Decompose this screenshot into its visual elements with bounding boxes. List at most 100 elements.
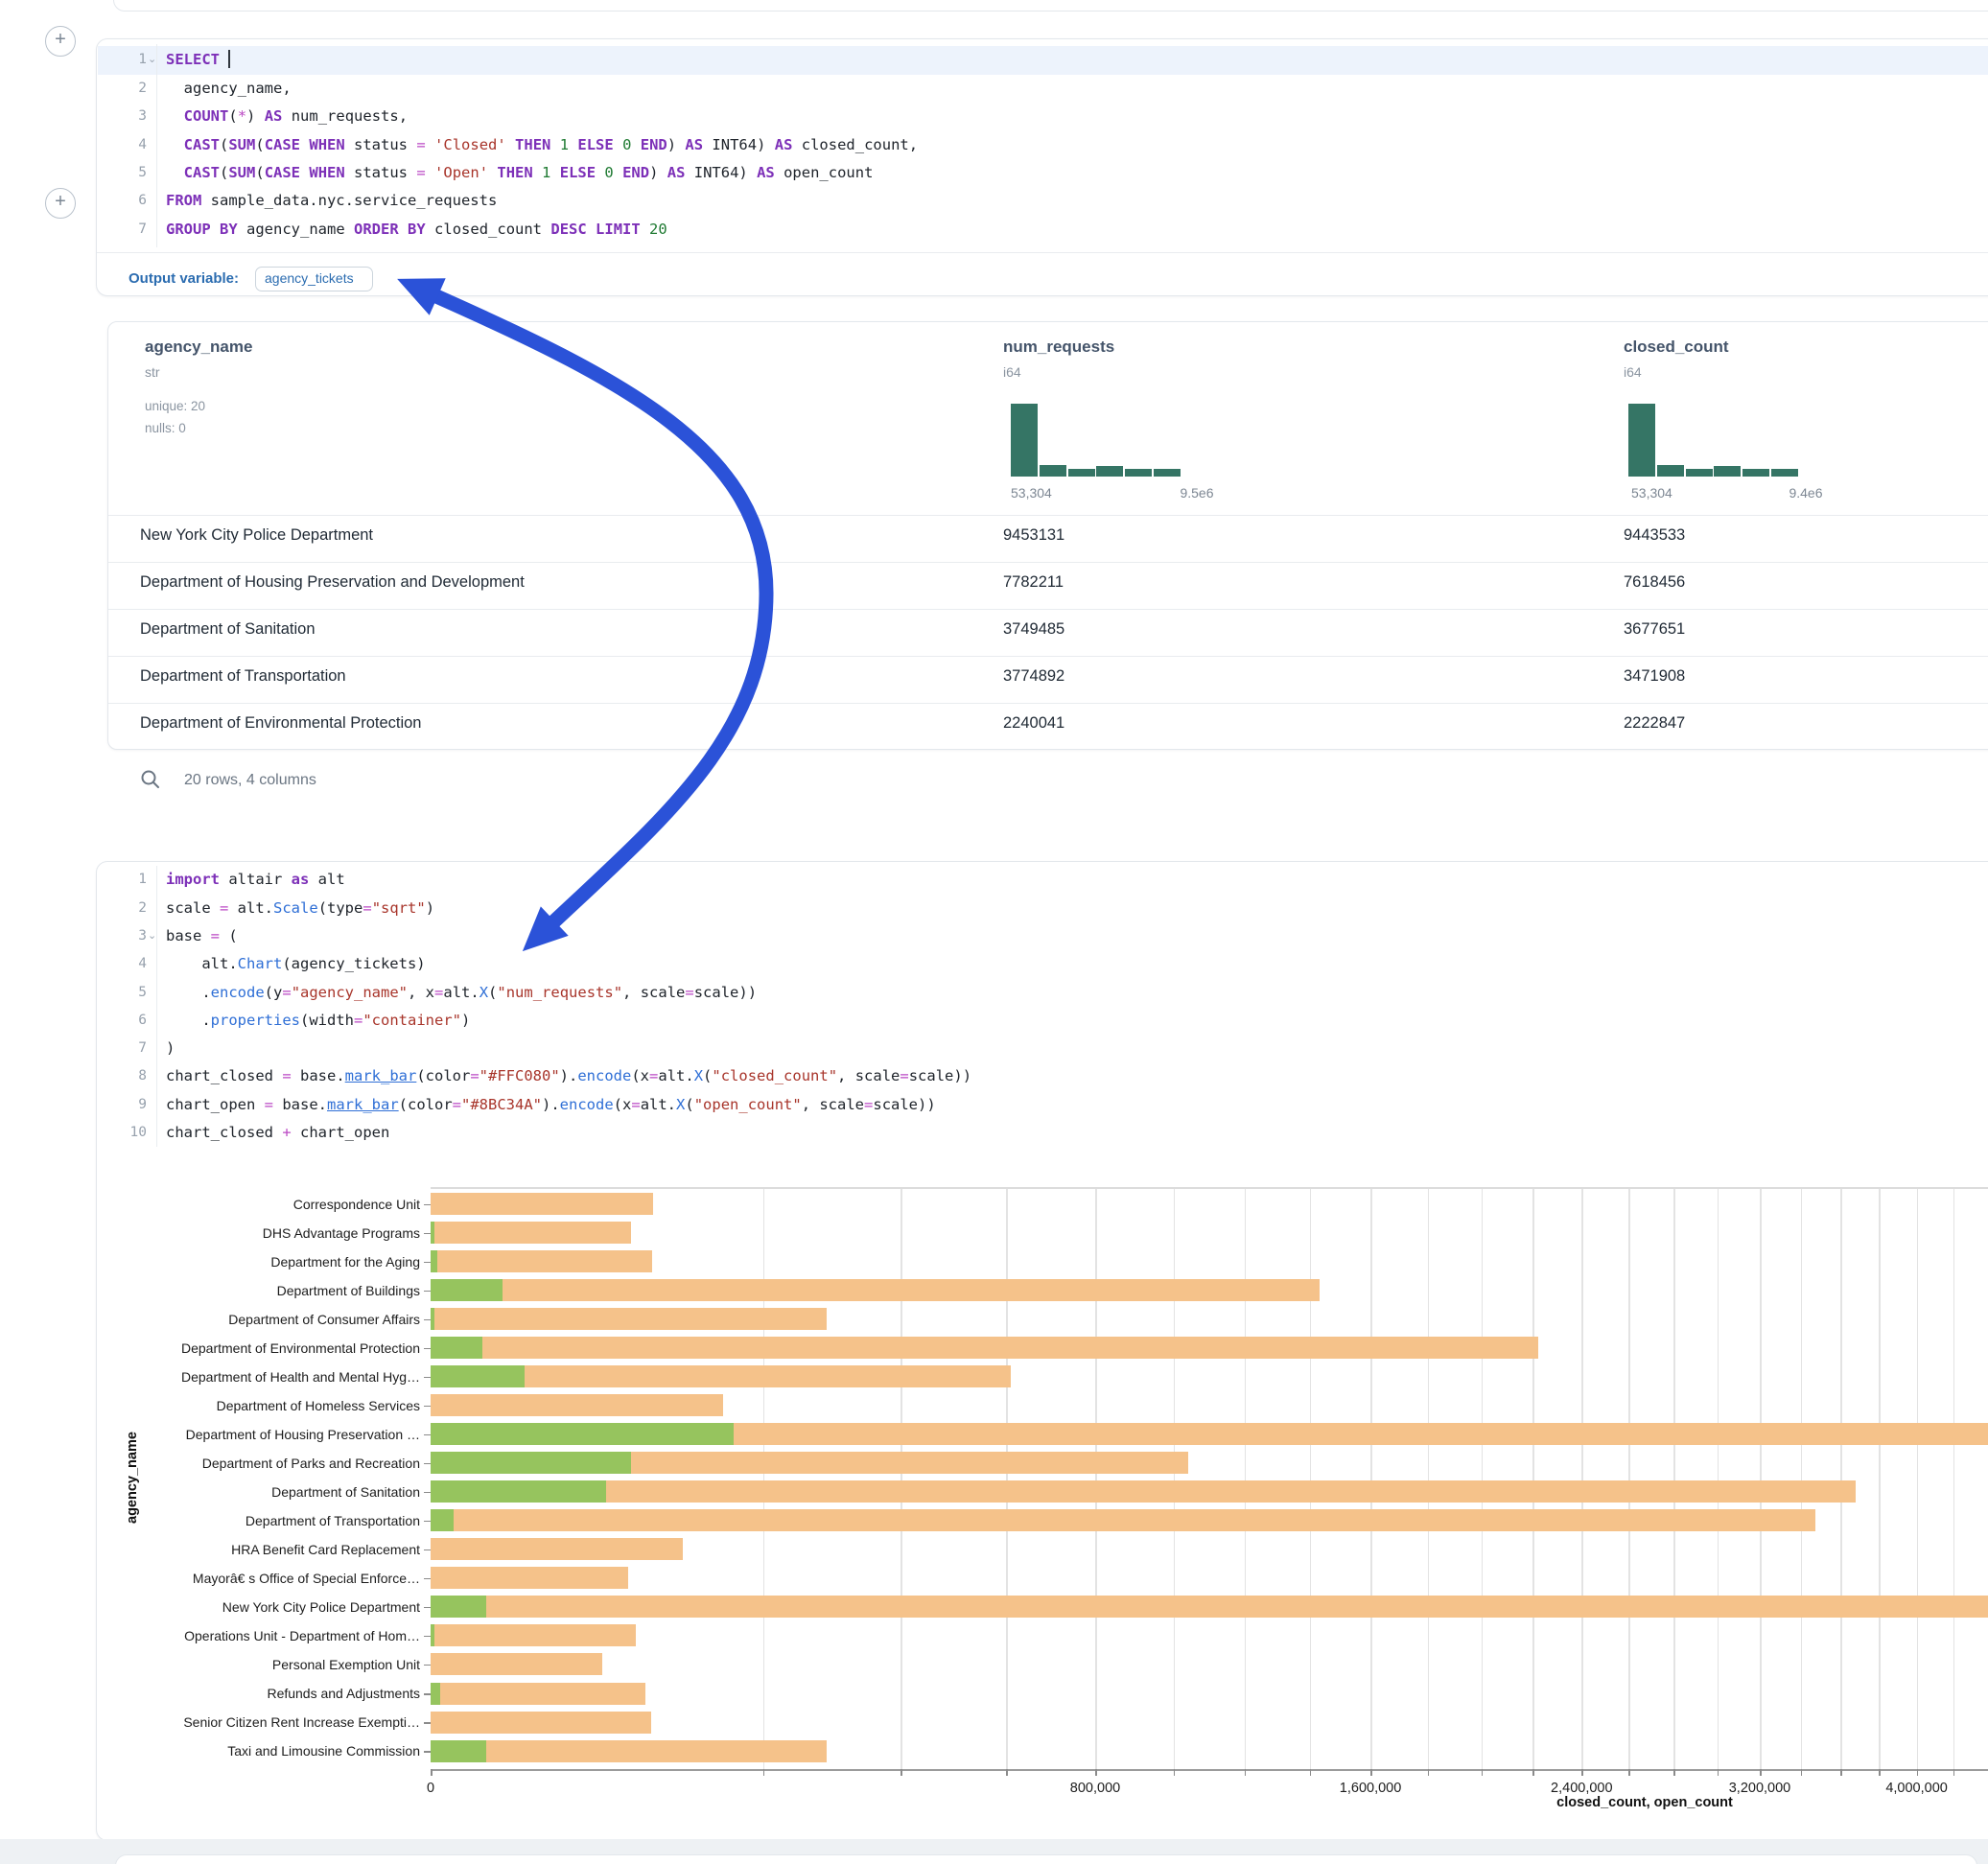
search-icon[interactable]: [140, 769, 161, 790]
add-cell-button[interactable]: +: [45, 26, 76, 57]
bar-closed-count[interactable]: [431, 1480, 1856, 1503]
column-type: i64: [1624, 364, 1642, 380]
column-unique-count: unique: 20: [145, 399, 205, 413]
bar-open-count[interactable]: [431, 1624, 434, 1646]
bar-closed-count[interactable]: [431, 1538, 683, 1560]
bar-closed-count[interactable]: [431, 1222, 631, 1244]
y-axis-label: DHS Advantage Programs: [123, 1224, 420, 1242]
bar-open-count[interactable]: [431, 1452, 631, 1474]
gridline: [1245, 1187, 1247, 1769]
code-line[interactable]: ): [166, 1035, 175, 1062]
code-line[interactable]: SELECT: [166, 46, 230, 74]
bar-closed-count[interactable]: [431, 1193, 653, 1215]
bar-closed-count[interactable]: [431, 1567, 628, 1589]
add-cell-button[interactable]: +: [45, 188, 76, 219]
bar-open-count[interactable]: [431, 1337, 482, 1359]
bar-open-count[interactable]: [431, 1423, 734, 1445]
bar-open-count[interactable]: [431, 1683, 440, 1705]
y-axis-tick: [424, 1722, 431, 1724]
code-line[interactable]: alt.Chart(agency_tickets): [166, 950, 426, 978]
bar-open-count[interactable]: [431, 1596, 486, 1618]
fold-chevron-icon[interactable]: ⌄: [148, 922, 156, 950]
gridline: [1370, 1187, 1372, 1769]
y-axis-label: New York City Police Department: [123, 1598, 420, 1616]
line-number: 2: [97, 75, 147, 103]
table-cell-closed-count: 3677651: [1624, 620, 1685, 639]
bar-closed-count[interactable]: [431, 1740, 827, 1762]
code-line[interactable]: .properties(width="container"): [166, 1007, 470, 1035]
bar-open-count[interactable]: [431, 1480, 606, 1503]
code-line[interactable]: chart_closed = base.mark_bar(color="#FFC…: [166, 1062, 971, 1090]
code-line[interactable]: base = (: [166, 922, 238, 950]
y-axis-label: Department of Transportation: [123, 1512, 420, 1529]
gridline: [763, 1187, 765, 1769]
table-cell-agency-name: New York City Police Department: [140, 526, 373, 545]
code-line[interactable]: CAST(SUM(CASE WHEN status = 'Closed' THE…: [166, 131, 918, 159]
code-line[interactable]: scale = alt.Scale(type="sqrt"): [166, 895, 434, 922]
previous-cell-edge: [113, 0, 1988, 12]
bar-closed-count[interactable]: [431, 1394, 723, 1416]
code-line[interactable]: FROM sample_data.nyc.service_requests: [166, 187, 497, 215]
x-axis-tick: [1718, 1769, 1719, 1776]
histogram-bar: [1154, 469, 1181, 477]
bar-open-count[interactable]: [431, 1308, 434, 1330]
x-axis-tick: [1174, 1769, 1176, 1776]
x-axis-tick: [900, 1769, 902, 1776]
bar-closed-count[interactable]: [431, 1250, 652, 1272]
bar-open-count[interactable]: [431, 1365, 525, 1387]
line-number: 5: [97, 159, 147, 187]
table-cell-num-requests: 9453131: [1003, 526, 1064, 545]
output-variable-label: Output variable:: [129, 270, 239, 287]
x-axis-tick: [1006, 1769, 1008, 1776]
next-cell-edge: [115, 1854, 1977, 1864]
bar-open-count[interactable]: [431, 1250, 437, 1272]
y-axis-tick: [424, 1693, 431, 1695]
bar-closed-count[interactable]: [431, 1337, 1538, 1359]
code-line[interactable]: COUNT(*) AS num_requests,: [166, 103, 408, 130]
text-cursor: [228, 50, 230, 68]
y-axis-tick: [424, 1406, 431, 1408]
histogram-bar: [1125, 469, 1152, 477]
x-axis-tick: [1840, 1769, 1842, 1776]
code-line[interactable]: chart_closed + chart_open: [166, 1119, 389, 1147]
code-line[interactable]: CAST(SUM(CASE WHEN status = 'Open' THEN …: [166, 159, 873, 187]
bar-open-count[interactable]: [431, 1740, 486, 1762]
code-line[interactable]: import altair as alt: [166, 866, 345, 894]
column-header[interactable]: agency_name: [145, 338, 252, 357]
column-header[interactable]: closed_count: [1624, 338, 1729, 357]
y-axis-tick: [424, 1521, 431, 1523]
code-line[interactable]: agency_name,: [166, 75, 292, 103]
bar-closed-count[interactable]: [431, 1624, 636, 1646]
sql-cell[interactable]: 1⌄SELECT 2 agency_name,3 COUNT(*) AS num…: [96, 38, 1988, 296]
x-axis-tick: [1245, 1769, 1247, 1776]
y-axis-label: Department for the Aging: [123, 1253, 420, 1270]
bar-closed-count[interactable]: [431, 1712, 651, 1734]
bar-open-count[interactable]: [431, 1509, 454, 1531]
bar-open-count[interactable]: [431, 1279, 503, 1301]
line-number: 10: [97, 1119, 147, 1147]
bar-open-count[interactable]: [431, 1222, 434, 1244]
x-axis-tick: [1095, 1769, 1097, 1776]
code-line[interactable]: chart_open = base.mark_bar(color="#8BC34…: [166, 1091, 936, 1119]
bar-closed-count[interactable]: [431, 1509, 1815, 1531]
x-axis-tick-label: 0: [373, 1781, 488, 1796]
output-variable-pill[interactable]: agency_tickets: [255, 267, 373, 291]
x-axis-tick-label: 800,000: [1038, 1781, 1153, 1796]
bar-closed-count[interactable]: [431, 1279, 1320, 1301]
column-type: i64: [1003, 364, 1021, 380]
y-axis-label: Senior Citizen Rent Increase Exempti…: [123, 1713, 420, 1731]
bar-closed-count[interactable]: [431, 1596, 1988, 1618]
code-line[interactable]: .encode(y="agency_name", x=alt.X("num_re…: [166, 979, 757, 1007]
line-number: 3: [97, 922, 147, 950]
bar-closed-count[interactable]: [431, 1308, 827, 1330]
result-table: agency_name str unique: 20 nulls: 0 num_…: [107, 321, 1988, 750]
fold-chevron-icon[interactable]: ⌄: [148, 46, 156, 74]
gutter-divider: [156, 44, 157, 247]
code-line[interactable]: GROUP BY agency_name ORDER BY closed_cou…: [166, 216, 667, 244]
row-divider: [108, 562, 1988, 563]
bar-closed-count[interactable]: [431, 1683, 645, 1705]
x-axis-tick: [1370, 1769, 1372, 1776]
column-header[interactable]: num_requests: [1003, 338, 1114, 357]
histogram-min-label: 53,304: [1631, 485, 1672, 501]
bar-closed-count[interactable]: [431, 1653, 602, 1675]
